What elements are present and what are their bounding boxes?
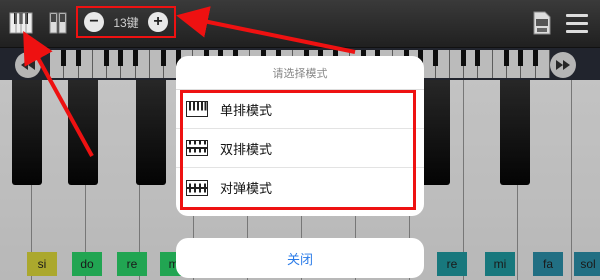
increase-keys-button[interactable]: +: [147, 12, 168, 32]
md-file-icon[interactable]: [533, 10, 551, 36]
decrease-keys-button[interactable]: −: [84, 12, 104, 32]
duet-mode-option[interactable]: 对弹模式: [176, 168, 424, 207]
double-row-mode-option[interactable]: 双排模式: [176, 129, 424, 168]
dual-keyboard-mode-icon[interactable]: [48, 10, 68, 36]
key-count-label: 13键: [113, 15, 139, 30]
dialog-title: 请选择模式: [176, 56, 424, 90]
option-label: 对弹模式: [220, 181, 273, 196]
single-row-keyboard-icon: [186, 101, 208, 117]
single-row-mode-option[interactable]: 单排模式: [176, 90, 424, 129]
single-keyboard-mode-icon[interactable]: [8, 10, 34, 36]
mode-select-dialog: 请选择模式 单排模式 双排模式 对弹模式: [176, 56, 424, 216]
hamburger-menu-icon[interactable]: [566, 14, 588, 34]
close-button[interactable]: 关闭: [176, 238, 424, 278]
top-toolbar: − 13键 +: [0, 0, 600, 48]
double-row-keyboard-icon: [186, 140, 208, 156]
duet-keyboard-icon: [186, 179, 208, 196]
key-count-stepper: − 13键 +: [80, 9, 172, 35]
option-label: 双排模式: [220, 141, 273, 157]
option-label: 单排模式: [220, 102, 273, 118]
